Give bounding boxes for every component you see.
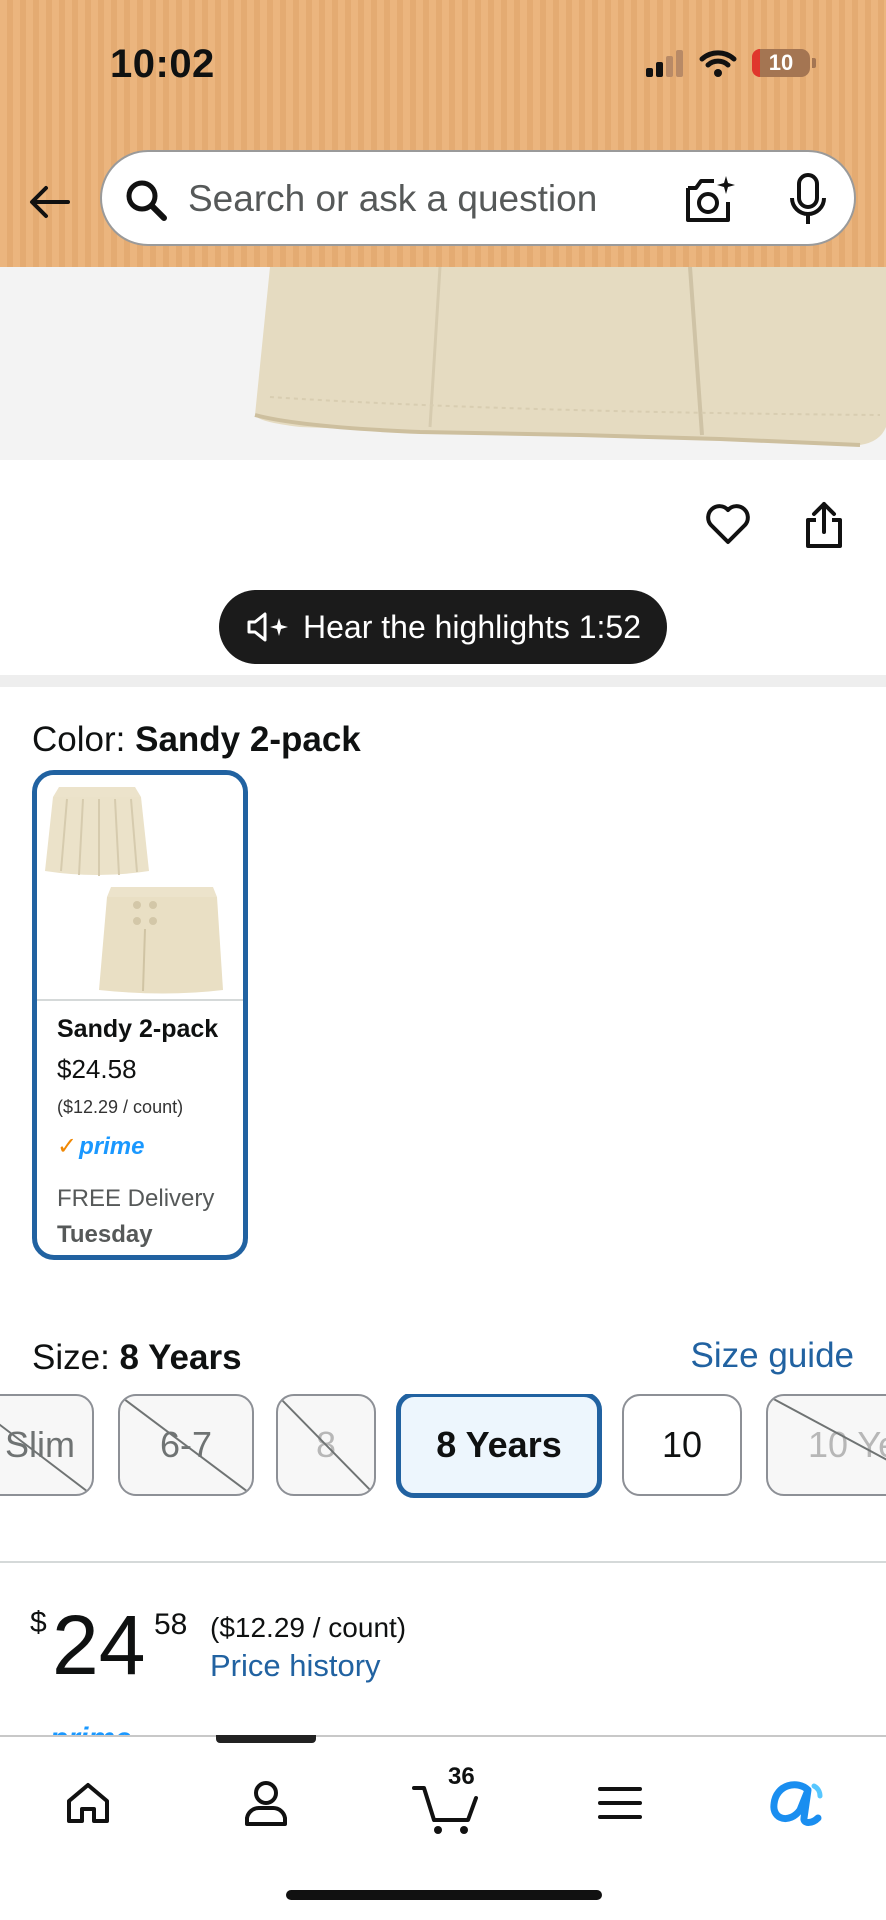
nav-selection-indicator (216, 1735, 316, 1743)
back-arrow-icon[interactable] (26, 178, 74, 226)
size-option-slim[interactable]: Slim (0, 1394, 94, 1496)
swatch-unit-price: ($12.29 / count) (57, 1097, 184, 1117)
size-option-8[interactable]: 8 (276, 1394, 376, 1496)
swatch-info: Sandy 2-pack $24.58 ($12.29 / count) ✓ p… (37, 1001, 243, 1255)
share-icon[interactable] (802, 500, 846, 550)
price-history-link[interactable]: Price history (210, 1648, 381, 1684)
size-option-6-7[interactable]: 6-7 (118, 1394, 254, 1496)
price-whole: 24 (52, 1598, 146, 1692)
hear-highlights-button[interactable]: Hear the highlights 1:52 (219, 590, 667, 664)
product-actions (704, 500, 846, 550)
delivery-day: Tuesday (57, 1221, 153, 1248)
skirt-image (0, 267, 886, 460)
cart-count-badge: 36 (448, 1763, 475, 1790)
nav-home[interactable] (48, 1763, 128, 1843)
status-icons: 10 (644, 48, 816, 78)
color-label: Color: Sandy 2-pack (32, 720, 361, 760)
color-label-prefix: Color: (32, 720, 126, 759)
size-option-label: 8 Years (436, 1424, 562, 1465)
section-divider (0, 675, 886, 687)
home-indicator[interactable] (286, 1890, 602, 1900)
nav-rufus-assistant[interactable] (756, 1763, 836, 1843)
color-selected-value: Sandy 2-pack (135, 720, 361, 759)
speaker-sparkle-icon (247, 612, 288, 642)
size-option-10[interactable]: 10 (622, 1394, 742, 1496)
price-fraction: 58 (154, 1608, 188, 1641)
swatch-delivery: FREE Delivery Tuesday (57, 1181, 223, 1253)
hamburger-menu-icon (598, 1787, 642, 1819)
unavailable-slash (120, 1396, 252, 1494)
status-time: 10:02 (110, 42, 215, 86)
size-guide-link[interactable]: Size guide (691, 1336, 854, 1376)
swatch-image (37, 775, 243, 1001)
camera-lens-icon[interactable] (682, 174, 738, 226)
prime-badge: ✓ prime (57, 1132, 223, 1161)
skirt-thumbnail (45, 787, 223, 994)
nav-menu[interactable] (580, 1763, 660, 1843)
hear-highlights-label: Hear the highlights 1:52 (303, 608, 641, 645)
battery-icon: 10 (752, 49, 810, 77)
search-placeholder: Search or ask a question (188, 178, 598, 219)
swatch-price: $24.58 (57, 1054, 137, 1084)
unavailable-slash (278, 1396, 374, 1494)
person-icon (245, 1781, 287, 1826)
search-icon (126, 180, 167, 221)
nav-cart[interactable]: 36 (404, 1763, 488, 1843)
size-option-label: 10 (661, 1424, 703, 1465)
unavailable-slash (768, 1396, 886, 1461)
size-options: Slim 6-7 8 8 Years 10 10 Years (0, 1394, 886, 1498)
size-label-prefix: Size: (32, 1338, 110, 1377)
search-input[interactable]: Search or ask a question (100, 150, 856, 246)
battery-level: 10 (768, 50, 794, 75)
size-option-10-years[interactable]: 10 Years (766, 1394, 886, 1496)
battery-tip (812, 58, 816, 68)
delivery-free: FREE Delivery (57, 1185, 215, 1212)
product-image[interactable] (0, 267, 886, 460)
wifi-icon (699, 50, 737, 77)
color-swatch-sandy-2-pack[interactable]: Sandy 2-pack $24.58 ($12.29 / count) ✓ p… (32, 770, 248, 1260)
size-option-8-years[interactable]: 8 Years (396, 1394, 602, 1498)
swatch-name: Sandy 2-pack (57, 1015, 219, 1043)
prime-label: prime (79, 1132, 145, 1160)
section-divider (0, 1561, 886, 1563)
prime-check-icon: ✓ (57, 1133, 78, 1160)
home-icon (67, 1783, 109, 1823)
size-label: Size: 8 Years (32, 1338, 242, 1378)
heart-icon[interactable] (704, 500, 752, 548)
size-selected-value: 8 Years (119, 1338, 242, 1377)
signal-icon (646, 50, 683, 77)
header: 10:02 10 Search or ask a question (0, 0, 886, 267)
nav-account[interactable] (226, 1763, 306, 1843)
unavailable-slash (0, 1423, 92, 1494)
rufus-assistant-icon (770, 1781, 823, 1826)
price-currency: $ (30, 1606, 47, 1639)
price-unit: ($12.29 / count) (210, 1612, 407, 1643)
microphone-icon[interactable] (786, 172, 830, 228)
